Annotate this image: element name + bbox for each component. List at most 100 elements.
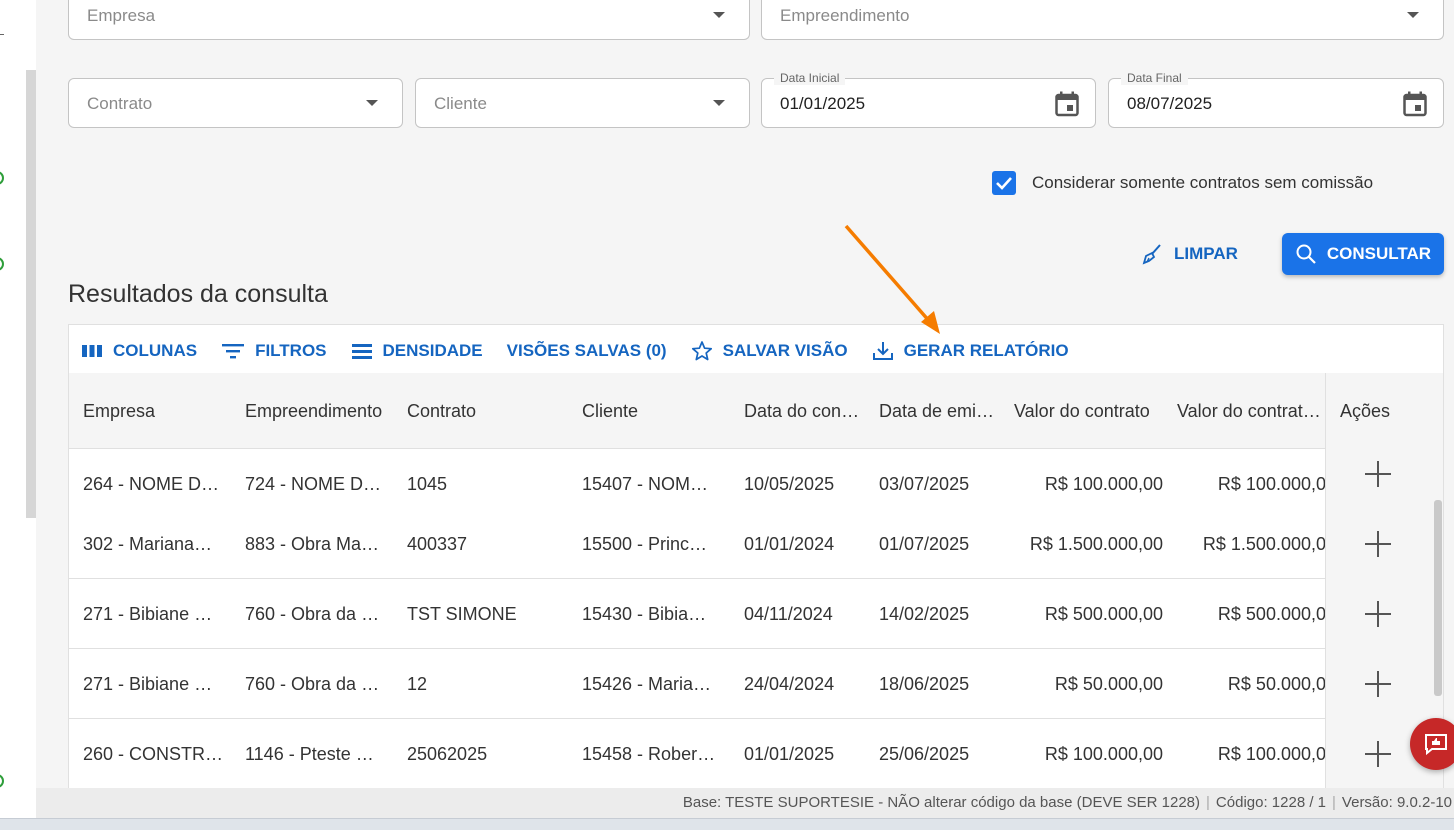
sidebar-dot: ›: [0, 649, 2, 657]
footer-codigo: Código: 1228 / 1: [1215, 794, 1327, 811]
sidebar-tick: [0, 34, 4, 35]
table-row[interactable]: 271 - Bibiane … 760 - Obra da … TST SIMO…: [69, 579, 1443, 649]
add-icon[interactable]: [1365, 461, 1391, 487]
data-inicial-label: Data Inicial: [774, 71, 846, 85]
cell-valor-contrato-2: R$ 1.500.000,0: [1202, 534, 1326, 554]
column-header-valor-contrato-2[interactable]: Valor do contrat…: [1177, 373, 1322, 449]
gerar-relatorio-button[interactable]: GERAR RELATÓRIO: [872, 340, 1069, 362]
visoes-salvas-button[interactable]: VISÕES SALVAS (0): [507, 341, 667, 361]
search-icon: [1296, 244, 1316, 264]
results-grid: COLUNAS FILTROS DENSIDADE VISÕES SALVAS …: [68, 324, 1444, 794]
data-final-label: Data Final: [1121, 71, 1188, 85]
cell-cliente: 15426 - Maria…: [582, 674, 712, 694]
add-icon[interactable]: [1365, 671, 1391, 697]
chevron-down-icon: [1407, 12, 1419, 18]
grid-toolbar: COLUNAS FILTROS DENSIDADE VISÕES SALVAS …: [69, 325, 1443, 377]
cell-empreendimento: 760 - Obra da …: [245, 604, 380, 624]
densidade-label: DENSIDADE: [382, 341, 483, 360]
colunas-label: COLUNAS: [113, 341, 198, 360]
cell-empresa: 271 - Bibiane …: [83, 674, 213, 694]
download-icon: [872, 342, 893, 360]
cell-contrato: 25062025: [407, 744, 488, 764]
contrato-select[interactable]: Contrato: [68, 78, 403, 128]
chevron-down-icon: [713, 100, 725, 106]
left-sidebar: › › › › › › › ›: [0, 0, 36, 830]
results-title: Resultados da consulta: [68, 280, 328, 308]
footer-separator: |: [1206, 794, 1210, 811]
filter-icon: [222, 344, 245, 359]
calendar-icon[interactable]: [1055, 91, 1079, 117]
empreendimento-select[interactable]: Empreendimento: [761, 0, 1444, 40]
cell-empresa: 302 - Mariana…: [83, 534, 213, 554]
cell-valor-contrato: R$ 1.500.000,00: [1029, 534, 1163, 554]
salvar-visao-button[interactable]: SALVAR VISÃO: [691, 340, 848, 362]
add-icon[interactable]: [1365, 741, 1391, 767]
feedback-icon: [1425, 734, 1447, 756]
table-row[interactable]: 260 - CONSTR… 1146 - Pteste … 25062025 1…: [69, 719, 1443, 789]
sem-comissao-checkbox-row[interactable]: Considerar somente contratos sem comissã…: [992, 171, 1373, 195]
column-header-empreendimento[interactable]: Empreendimento: [245, 373, 395, 449]
limpar-button[interactable]: LIMPAR: [1140, 234, 1238, 274]
cell-valor-contrato-2: R$ 500.000,0: [1217, 604, 1326, 624]
limpar-label: LIMPAR: [1174, 244, 1238, 263]
colunas-button[interactable]: COLUNAS: [81, 341, 197, 361]
sidebar-dot: ›: [0, 218, 2, 226]
cell-contrato: 400337: [407, 534, 468, 554]
cell-cliente: 15430 - Bibia…: [582, 604, 707, 624]
chevron-down-icon: [713, 12, 725, 18]
sidebar-status-icon: [0, 257, 4, 271]
sidebar-dot: ›: [0, 563, 2, 571]
sidebar-dot: ›: [0, 132, 2, 140]
sidebar-scrollbar[interactable]: [26, 70, 36, 518]
add-icon[interactable]: [1365, 531, 1391, 557]
column-header-valor-contrato[interactable]: Valor do contrato: [1014, 373, 1169, 449]
cell-cliente: 15458 - Rober…: [582, 744, 716, 764]
empreendimento-placeholder: Empreendimento: [780, 6, 910, 25]
os-taskbar-edge: [0, 818, 1454, 830]
table-row[interactable]: 302 - Mariana… 883 - Obra Ma… 400337 155…: [69, 509, 1443, 579]
column-header-contrato[interactable]: Contrato: [407, 373, 567, 449]
sidebar-status-icon: [0, 171, 4, 185]
calendar-icon[interactable]: [1403, 91, 1427, 117]
broom-icon: [1142, 244, 1161, 265]
filtros-button[interactable]: FILTROS: [221, 341, 327, 361]
empresa-select[interactable]: Empresa: [68, 0, 750, 40]
cell-valor-contrato-2: R$ 100.000,0: [1217, 744, 1326, 764]
check-icon: [996, 177, 1012, 190]
cell-data-emissao: 25/06/2025: [879, 744, 970, 764]
feedback-button[interactable]: [1410, 718, 1454, 770]
column-header-cliente[interactable]: Cliente: [582, 373, 732, 449]
cell-contrato: 12: [407, 674, 428, 694]
cell-valor-contrato: R$ 50.000,00: [1054, 674, 1163, 694]
sem-comissao-label: Considerar somente contratos sem comissã…: [1032, 173, 1374, 192]
data-final-field[interactable]: Data Final 08/07/2025: [1108, 71, 1444, 128]
density-icon: [351, 344, 372, 359]
column-header-data-emissao[interactable]: Data de emi…: [879, 373, 1004, 449]
consultar-button[interactable]: CONSULTAR: [1282, 233, 1444, 275]
empresa-placeholder: Empresa: [87, 6, 156, 25]
grid-vertical-scrollbar[interactable]: [1434, 500, 1442, 696]
add-icon[interactable]: [1365, 601, 1391, 627]
data-inicial-field[interactable]: Data Inicial 01/01/2025: [761, 71, 1096, 128]
sem-comissao-checkbox[interactable]: [992, 171, 1016, 195]
cell-data-contrato: 24/04/2024: [744, 674, 835, 694]
cell-contrato: TST SIMONE: [407, 604, 517, 624]
visoes-salvas-label: VISÕES SALVAS (0): [506, 341, 667, 360]
cell-data-contrato: 04/11/2024: [744, 604, 833, 624]
column-header-data-contrato[interactable]: Data do con…: [744, 373, 869, 449]
column-header-empresa[interactable]: Empresa: [83, 373, 233, 449]
contrato-placeholder: Contrato: [87, 94, 153, 113]
star-icon: [691, 341, 712, 361]
data-inicial-value: 01/01/2025: [780, 94, 866, 113]
densidade-button[interactable]: DENSIDADE: [351, 341, 483, 361]
sidebar-dot: ›: [0, 520, 2, 528]
cliente-select[interactable]: Cliente: [415, 78, 750, 128]
table-row[interactable]: 271 - Bibiane … 760 - Obra da … 12 15426…: [69, 649, 1443, 719]
cell-data-emissao: 18/06/2025: [879, 674, 970, 694]
footer-separator: |: [1332, 794, 1336, 811]
columns-icon: [82, 345, 102, 357]
cliente-placeholder: Cliente: [434, 94, 487, 113]
grid-header-row: Empresa Empreendimento Contrato Cliente …: [69, 373, 1443, 449]
sidebar-dot: ›: [0, 606, 2, 614]
cell-valor-contrato-2: R$ 50.000,0: [1227, 674, 1326, 694]
